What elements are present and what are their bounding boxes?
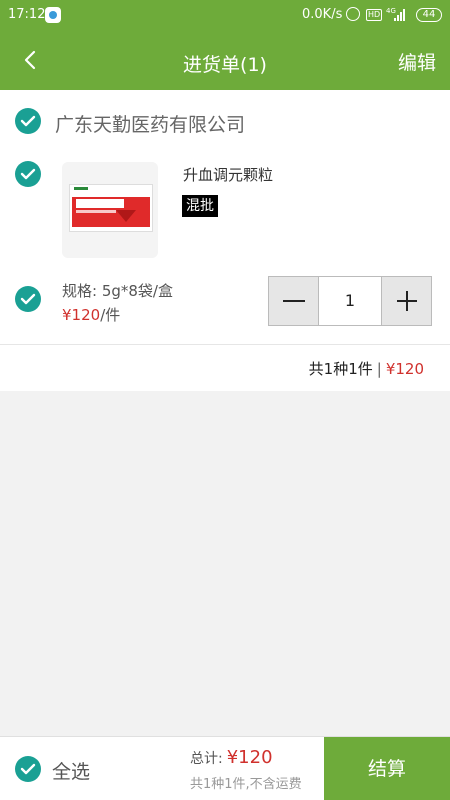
network-speed: 0.0K/s bbox=[302, 7, 343, 22]
summary-total: ¥120 bbox=[385, 360, 424, 378]
divider bbox=[0, 344, 450, 345]
edit-button[interactable]: 编辑 bbox=[398, 48, 436, 75]
increase-button[interactable] bbox=[381, 277, 431, 325]
total-value: ¥120 bbox=[226, 747, 273, 768]
quantity-value[interactable]: 1 bbox=[319, 277, 381, 325]
check-icon bbox=[20, 763, 36, 775]
checkout-button[interactable]: 结算 bbox=[324, 737, 450, 800]
signal-icon bbox=[394, 9, 408, 21]
check-icon bbox=[20, 293, 36, 305]
status-bar: 17:12 0.0K/s HD 4G 44 bbox=[0, 0, 450, 30]
product-spec: 规格: 5g*8袋/盒 bbox=[62, 282, 173, 300]
app-notification-icon bbox=[45, 7, 61, 23]
product-price: ¥120/件 bbox=[62, 304, 120, 325]
summary-count: 共1种1件 bbox=[308, 360, 373, 378]
total-note: 共1种1件,不含运费 bbox=[190, 777, 302, 792]
select-all-checkbox[interactable] bbox=[15, 756, 41, 782]
store-name[interactable]: 广东天勤医药有限公司 bbox=[55, 110, 245, 137]
alarm-icon bbox=[346, 7, 360, 21]
hd-icon: HD bbox=[366, 9, 383, 21]
quantity-stepper: 1 bbox=[268, 276, 432, 326]
mixed-batch-badge: 混批 bbox=[182, 195, 218, 217]
decrease-button[interactable] bbox=[269, 277, 319, 325]
product-name[interactable]: 升血调元颗粒 bbox=[183, 164, 273, 185]
medicine-box-image bbox=[69, 184, 153, 232]
select-all-label[interactable]: 全选 bbox=[52, 757, 90, 784]
check-icon bbox=[20, 115, 36, 127]
total-amount: 总计: ¥120 bbox=[190, 747, 273, 768]
price-unit: /件 bbox=[100, 306, 121, 324]
product-image[interactable] bbox=[62, 162, 158, 258]
battery-icon: 44 bbox=[416, 8, 442, 22]
price-value: ¥120 bbox=[62, 306, 101, 324]
check-icon bbox=[20, 168, 36, 180]
page-title: 进货单(1) bbox=[183, 54, 267, 76]
product-checkbox[interactable] bbox=[15, 161, 41, 187]
store-summary: 共1种1件 | ¥120 bbox=[309, 358, 424, 379]
summary-separator: | bbox=[376, 360, 382, 378]
store-checkbox[interactable] bbox=[15, 108, 41, 134]
sku-checkbox[interactable] bbox=[15, 286, 41, 312]
status-time: 17:12 bbox=[8, 7, 46, 22]
checkout-bar: 全选 总计: ¥120 共1种1件,不含运费 结算 bbox=[0, 736, 450, 800]
cart-store-card: 广东天勤医药有限公司 升血调元颗粒 混批 规格: 5g*8袋/盒 ¥120/件 … bbox=[0, 90, 450, 391]
nav-bar: 进货单(1) 编辑 bbox=[0, 30, 450, 90]
total-label: 总计: bbox=[190, 751, 223, 767]
